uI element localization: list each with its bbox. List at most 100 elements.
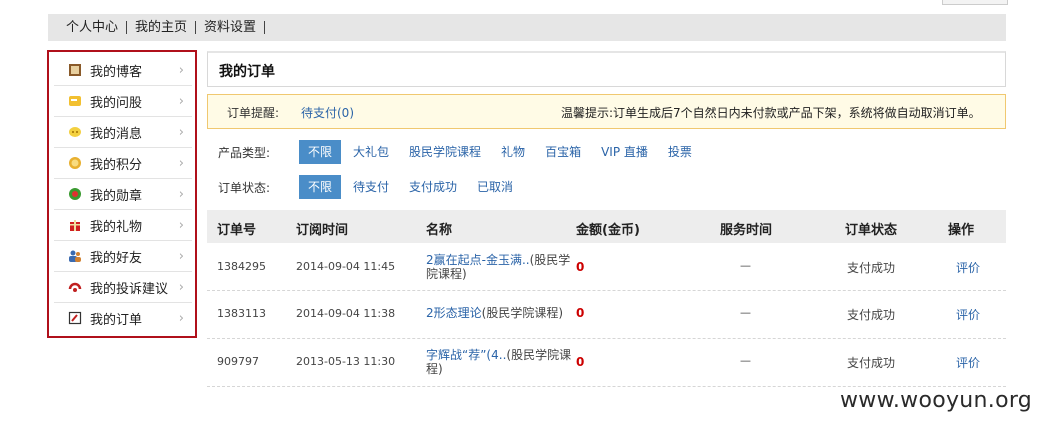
sidebar-item-label: 我的消息: [90, 126, 143, 142]
order-status: 支付成功: [847, 356, 896, 370]
sidebar-item-orders[interactable]: 我的订单 ›: [54, 303, 192, 333]
order-status-label: 订单状态:: [218, 180, 271, 195]
points-icon: [68, 156, 82, 170]
sidebar-item-question-stock[interactable]: 我的问股 ›: [54, 86, 192, 117]
friends-icon: [68, 249, 82, 263]
sidebar-item-label: 我的好友: [90, 250, 143, 266]
product-type-option-gift[interactable]: 礼物: [493, 140, 533, 164]
sidebar-item-label: 我的投诉建议: [90, 281, 169, 297]
top-right-button[interactable]: [942, 0, 1008, 5]
order-name: 2赢在起点-金玉满..(股民学院课程): [426, 253, 576, 281]
sidebar-item-label: 我的勋章: [90, 188, 143, 204]
question-stock-icon: [68, 94, 82, 108]
order-name-link[interactable]: 2赢在起点-金玉满..: [426, 253, 530, 267]
order-time: 2014-09-04 11:45: [296, 260, 396, 273]
order-service-time: —: [740, 354, 751, 367]
sidebar-item-friends[interactable]: 我的好友 ›: [54, 241, 192, 272]
sidebar-item-gifts[interactable]: 我的礼物 ›: [54, 210, 192, 241]
order-service-time: —: [740, 259, 751, 272]
page-title-box: 我的订单: [207, 51, 1006, 87]
order-name-link[interactable]: 字辉战“荐”(4..: [426, 348, 506, 362]
order-amount: 0: [576, 260, 585, 274]
chevron-right-icon: ›: [178, 186, 184, 202]
order-status: 支付成功: [847, 308, 896, 322]
order-id: 1384295: [217, 260, 266, 273]
sidebar-item-blog[interactable]: 我的博客 ›: [54, 55, 192, 86]
sidebar-item-label: 我的积分: [90, 157, 143, 173]
column-header-service-time: 服务时间: [720, 223, 773, 238]
order-name-suffix: (股民学院课程): [481, 306, 564, 320]
order-status-option-all[interactable]: 不限: [299, 175, 342, 199]
order-amount: 0: [576, 306, 585, 320]
chevron-right-icon: ›: [178, 124, 184, 140]
chevron-right-icon: ›: [178, 155, 184, 171]
chevron-right-icon: ›: [178, 279, 184, 295]
chevron-right-icon: ›: [178, 62, 184, 78]
blog-icon: [68, 63, 82, 77]
chevron-right-icon: ›: [178, 217, 184, 233]
order-name-link[interactable]: 2形态理论: [426, 306, 482, 320]
watermark: www.wooyun.org: [840, 388, 1033, 413]
product-type-option-vip-live[interactable]: VIP 直播: [593, 140, 656, 164]
order-id: 1383113: [217, 307, 266, 320]
rate-button[interactable]: 评价: [956, 259, 980, 276]
column-header-name: 名称: [426, 223, 453, 238]
product-type-option-treasure-box[interactable]: 百宝箱: [537, 140, 589, 164]
order-time: 2014-09-04 11:38: [296, 307, 396, 320]
chevron-right-icon: ›: [178, 93, 184, 109]
order-reminder-bar: 订单提醒: 待支付(0) 温馨提示:订单生成后7个自然日内未付款或产品下架，系统…: [207, 94, 1006, 129]
product-type-label: 产品类型:: [218, 145, 271, 160]
pending-payment-link[interactable]: 待支付(0): [301, 104, 354, 121]
column-header-time: 订阅时间: [296, 223, 349, 238]
product-type-option-all[interactable]: 不限: [299, 140, 342, 164]
order-status-filter: 订单状态: 不限 待支付 支付成功 已取消: [218, 174, 525, 200]
column-header-action: 操作: [948, 223, 975, 238]
nav-profile-settings[interactable]: 资料设置: [196, 14, 264, 41]
order-status-option-cancelled[interactable]: 已取消: [469, 175, 521, 199]
chevron-right-icon: ›: [178, 248, 184, 264]
sidebar-item-points[interactable]: 我的积分 ›: [54, 148, 192, 179]
sidebar-item-label: 我的订单: [90, 312, 143, 328]
sidebar-item-messages[interactable]: 我的消息 ›: [54, 117, 192, 148]
order-service-time: —: [740, 306, 751, 319]
sidebar-item-label: 我的博客: [90, 64, 143, 80]
product-type-option-course[interactable]: 股民学院课程: [401, 140, 489, 164]
nav-personal-center[interactable]: 个人中心: [48, 14, 126, 41]
sidebar-item-label: 我的问股: [90, 95, 143, 111]
orders-table-header: 订单号 订阅时间 名称 金额(金币) 服务时间 订单状态 操作: [207, 210, 1006, 243]
sidebar-item-label: 我的礼物: [90, 219, 143, 235]
order-icon: [68, 311, 82, 325]
product-type-filter: 产品类型: 不限 大礼包 股民学院课程 礼物 百宝箱 VIP 直播 投票: [218, 139, 704, 165]
table-row: 1384295 2014-09-04 11:45 2赢在起点-金玉满..(股民学…: [207, 243, 1006, 291]
order-amount: 0: [576, 355, 585, 369]
table-row: 1383113 2014-09-04 11:38 2形态理论(股民学院课程) 0…: [207, 291, 1006, 339]
order-status: 支付成功: [847, 261, 896, 275]
gift-icon: [68, 218, 82, 232]
order-status-option-paid[interactable]: 支付成功: [401, 175, 465, 199]
product-type-option-vote[interactable]: 投票: [660, 140, 700, 164]
order-time: 2013-05-13 11:30: [296, 355, 396, 368]
rate-button[interactable]: 评价: [956, 306, 980, 323]
nav-my-homepage[interactable]: 我的主页: [127, 14, 195, 41]
nav-separator: [264, 21, 266, 34]
top-strip: [0, 0, 1046, 8]
column-header-status: 订单状态: [845, 223, 898, 238]
table-row: 909797 2013-05-13 11:30 字辉战“荐”(4..(股民学院课…: [207, 339, 1006, 387]
order-name: 2形态理论(股民学院课程): [426, 306, 596, 320]
chevron-right-icon: ›: [178, 310, 184, 326]
order-id: 909797: [217, 355, 259, 368]
product-type-option-gift-pack[interactable]: 大礼包: [345, 140, 397, 164]
rate-button[interactable]: 评价: [956, 354, 980, 371]
column-header-order-id: 订单号: [217, 223, 257, 238]
reminder-label: 订单提醒:: [227, 106, 280, 120]
reminder-tip: 温馨提示:订单生成后7个自然日内未付款或产品下架，系统将做自动取消订单。: [561, 106, 981, 120]
message-icon: [68, 125, 82, 139]
page-title: 我的订单: [219, 64, 275, 80]
sidebar-item-complaints[interactable]: 我的投诉建议 ›: [54, 272, 192, 303]
order-status-option-pending[interactable]: 待支付: [345, 175, 397, 199]
complaint-icon: [68, 280, 82, 294]
order-name: 字辉战“荐”(4..(股民学院课程): [426, 348, 576, 376]
column-header-amount: 金额(金币): [576, 223, 640, 238]
top-nav: 个人中心 我的主页 资料设置: [48, 14, 1006, 41]
sidebar-item-medals[interactable]: 我的勋章 ›: [54, 179, 192, 210]
